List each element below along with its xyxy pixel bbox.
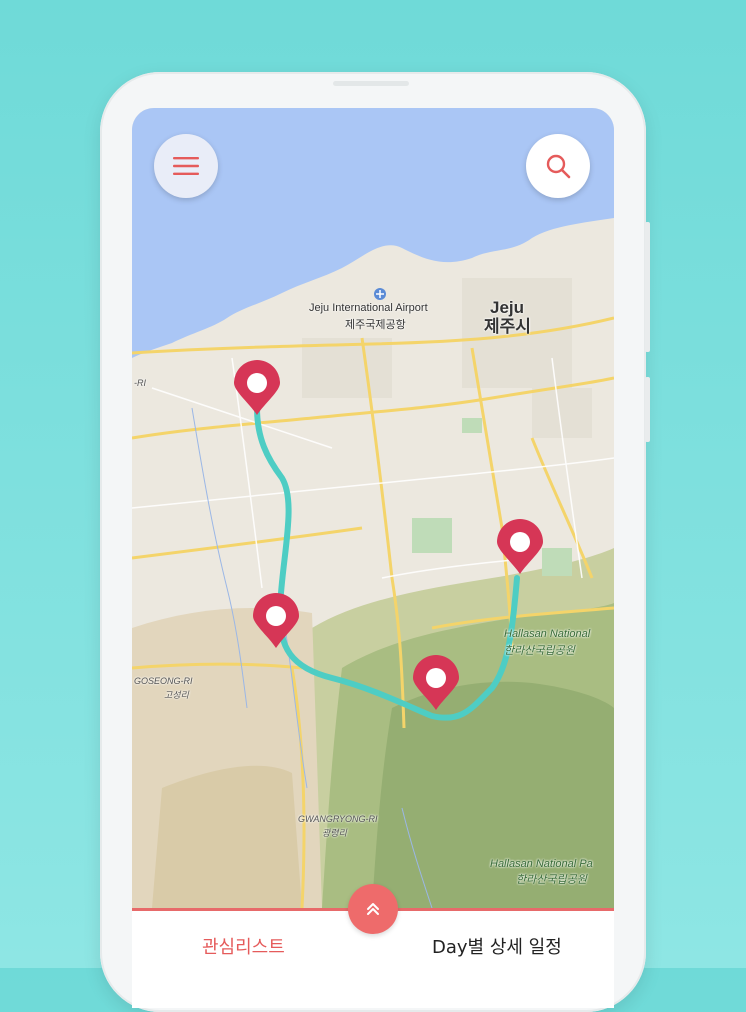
expand-sheet-button[interactable] [348, 884, 398, 934]
goseong-label-ko: 고성리 [164, 690, 189, 700]
menu-button[interactable] [154, 134, 218, 198]
city-label-ko: 제주시 [484, 317, 531, 336]
tab-watchlist[interactable]: 관심리스트 [202, 933, 285, 959]
park-label-1-en: Hallasan National [504, 628, 591, 640]
app-screen: Jeju International Airport 제주국제공항 Jeju 제… [132, 108, 614, 1008]
airport-label-ko: 제주국제공항 [345, 319, 406, 331]
airport-label-en: Jeju International Airport [309, 302, 428, 314]
phone-speaker [333, 81, 409, 86]
city-label-en: Jeju [490, 298, 525, 317]
phone-frame: Jeju International Airport 제주국제공항 Jeju 제… [100, 72, 650, 1012]
search-button[interactable] [526, 134, 590, 198]
edge-place-label: -RI [134, 378, 146, 388]
double-chevron-up-icon [367, 903, 379, 915]
goseong-label-en: GOSEONG-RI [134, 676, 193, 686]
park-label-2-en: Hallasan National Pa [490, 858, 593, 870]
park-label-1-ko: 한라산국립공원 [504, 645, 575, 657]
park-label-2-ko: 한라산국립공원 [516, 874, 587, 886]
gwangryong-label-en: GWANGRYONG-RI [298, 814, 378, 824]
map-view[interactable]: Jeju International Airport 제주국제공항 Jeju 제… [132, 108, 614, 908]
search-icon [546, 154, 571, 179]
volume-button [645, 222, 650, 352]
power-button [645, 377, 650, 442]
gwangryong-label-ko: 광령리 [322, 828, 347, 838]
map-canvas[interactable] [132, 108, 614, 908]
tab-day-schedule[interactable]: Day별 상세 일정 [432, 933, 562, 959]
hamburger-icon [173, 157, 199, 175]
